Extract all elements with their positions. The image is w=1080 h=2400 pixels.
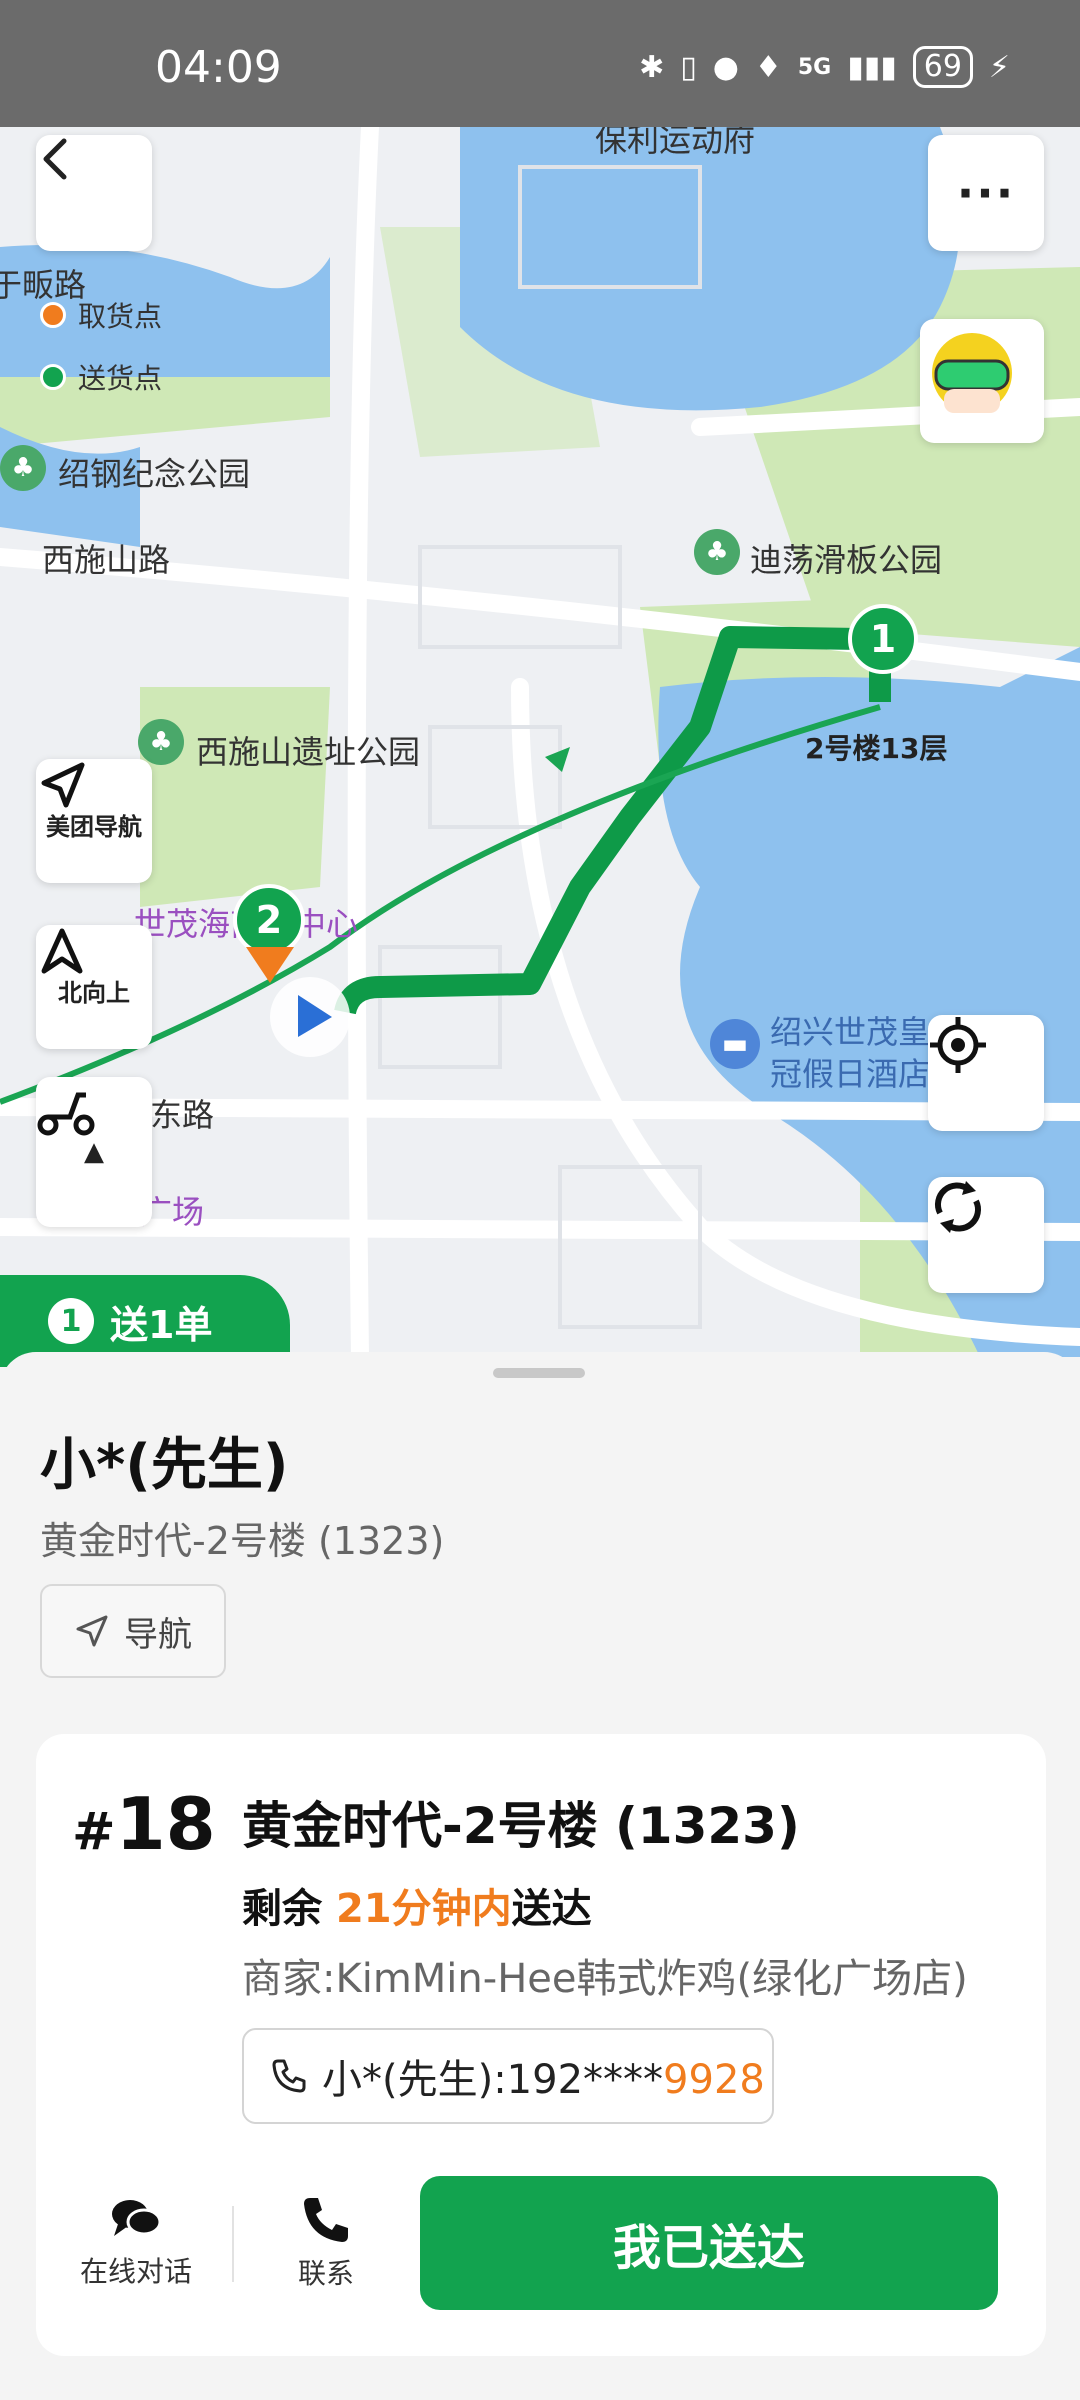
delivery-time-remaining: 剩余 21分钟内送达 bbox=[242, 1876, 592, 1934]
order-count-badge: 1 bbox=[48, 1298, 94, 1344]
order-panel: 小*(先生) 黄金时代-2号楼 (1323) 导航 #18 黄金时代-2号楼 (… bbox=[0, 1352, 1080, 2400]
more-button[interactable]: ··· bbox=[928, 135, 1044, 251]
chat-button[interactable]: 在线对话 bbox=[80, 2194, 192, 2290]
chat-label: 在线对话 bbox=[80, 2255, 193, 2288]
drag-handle[interactable] bbox=[493, 1368, 585, 1378]
phone-tail: 9928 bbox=[663, 2057, 765, 2103]
rider-avatar-icon bbox=[932, 333, 1012, 413]
vehicle-mode-button[interactable]: ▲ bbox=[36, 1077, 152, 1227]
phone-icon bbox=[272, 2059, 306, 2093]
legend-delivery: 送货点 bbox=[40, 357, 162, 397]
status-bar: 04:09 ✱ ▯ ● ♦ 5G ▮▮▮ 69 ⚡ bbox=[0, 0, 1080, 127]
charging-icon: ⚡ bbox=[988, 49, 1010, 85]
legend-pickup: 取货点 bbox=[40, 295, 162, 335]
scooter-icon bbox=[37, 1092, 95, 1136]
order-address: 黄金时代-2号楼 (1323) bbox=[242, 1797, 800, 1855]
map-label-skate-park: 迪荡滑板公园 bbox=[750, 541, 943, 579]
customer-name: 小*(先生) bbox=[40, 1433, 289, 1498]
pickup-dot-icon bbox=[40, 302, 66, 328]
xishi-park-icon: ♣ bbox=[138, 719, 184, 765]
merchant-name: 商家:KimMin-Hee韩式炸鸡(绿化广场店) bbox=[242, 1956, 968, 2002]
legend-pickup-label: 取货点 bbox=[78, 300, 163, 333]
more-icon: ··· bbox=[956, 166, 1016, 220]
vibrate-icon: ▯ bbox=[680, 49, 697, 85]
time-prefix: 剩余 bbox=[242, 1886, 336, 1932]
bluetooth-icon: ✱ bbox=[639, 49, 665, 85]
phone-number: 小*(先生):192****9928 bbox=[322, 2047, 765, 2105]
meituan-nav-button[interactable]: 美团导航 bbox=[36, 759, 152, 883]
status-icons: ✱ ▯ ● ♦ 5G ▮▮▮ 69 ⚡ bbox=[639, 46, 1010, 88]
navigation-arrow-icon bbox=[76, 1615, 108, 1647]
order-card: #18 黄金时代-2号楼 (1323) 剩余 21分钟内送达 商家:KimMin… bbox=[36, 1734, 1046, 2356]
hotel-icon: ▬ bbox=[710, 1019, 760, 1069]
customer-phone-button[interactable]: 小*(先生):192****9928 bbox=[242, 2028, 774, 2124]
locate-target-icon bbox=[930, 1017, 986, 1073]
delivery-dot-icon bbox=[40, 364, 66, 390]
phone-call-icon bbox=[304, 2198, 348, 2242]
order-hash: # bbox=[72, 1802, 116, 1862]
action-divider bbox=[232, 2206, 234, 2282]
park-icon: ♣ bbox=[0, 445, 46, 491]
map-label-building: 2号楼13层 bbox=[805, 732, 948, 765]
order-number-value: 18 bbox=[115, 1782, 216, 1866]
customer-address: 黄金时代-2号楼 (1323) bbox=[40, 1519, 445, 1563]
signal-label: 5G bbox=[797, 54, 832, 80]
delivery-marker[interactable]: 1 bbox=[848, 604, 918, 674]
north-arrow-icon bbox=[41, 928, 83, 974]
chevron-up-icon: ▲ bbox=[84, 1137, 104, 1167]
navigate-button[interactable]: 导航 bbox=[40, 1584, 226, 1678]
skate-park-icon: ♣ bbox=[694, 529, 740, 575]
map-label-road-bottom: 东路 bbox=[150, 1096, 215, 1134]
north-up-button[interactable]: 北向上 bbox=[36, 925, 152, 1049]
avatar-button[interactable] bbox=[920, 319, 1044, 443]
microphone-icon: ♦ bbox=[754, 49, 782, 85]
call-button[interactable]: 联系 bbox=[298, 2194, 354, 2292]
chat-bubble-icon bbox=[112, 2200, 162, 2236]
map-legend: 取货点 送货点 bbox=[40, 295, 162, 419]
time-suffix: 送达 bbox=[511, 1886, 592, 1932]
locate-button[interactable] bbox=[928, 1015, 1044, 1131]
legend-delivery-label: 送货点 bbox=[78, 362, 163, 395]
location-icon: ● bbox=[712, 49, 739, 85]
map-view[interactable]: 保利运动府 于畈路 绍钢纪念公园 西施山路 迪荡滑板公园 西施山遗址公园 2号楼… bbox=[0, 127, 1080, 1357]
call-label: 联系 bbox=[298, 2257, 355, 2290]
delivered-button[interactable]: 我已送达 bbox=[420, 2176, 998, 2310]
refresh-icon bbox=[935, 1181, 981, 1233]
back-button[interactable] bbox=[36, 135, 152, 251]
navigate-label: 导航 bbox=[124, 1614, 192, 1655]
refresh-button[interactable] bbox=[928, 1177, 1044, 1293]
battery-level: 69 bbox=[912, 46, 973, 88]
order-number: #18 bbox=[72, 1782, 216, 1866]
signal-bars-icon: ▮▮▮ bbox=[847, 49, 897, 85]
back-arrow-icon bbox=[43, 138, 67, 180]
pickup-marker[interactable]: 2 bbox=[233, 884, 305, 956]
phone-prefix: 小*(先生):192**** bbox=[322, 2057, 664, 2103]
map-label-hotel-line1: 绍兴世茂皇 bbox=[770, 1013, 931, 1051]
clock: 04:09 bbox=[155, 42, 282, 93]
map-label-xishi-park: 西施山遗址公园 bbox=[196, 733, 421, 771]
pickup-pin-icon bbox=[246, 947, 294, 983]
time-value: 21分钟内 bbox=[335, 1886, 512, 1932]
map-label-hotel-line2: 冠假日酒店 bbox=[770, 1055, 931, 1093]
meituan-nav-label: 美团导航 bbox=[46, 812, 142, 841]
order-count-label: 送1单 bbox=[110, 1302, 213, 1347]
north-up-label: 北向上 bbox=[58, 978, 130, 1007]
map-label-road-xishi: 西施山路 bbox=[42, 541, 171, 579]
map-label-park: 绍钢纪念公园 bbox=[58, 455, 251, 493]
navigation-arrow-icon bbox=[41, 762, 85, 808]
map-label-road-top: 保利运动府 bbox=[595, 127, 756, 159]
